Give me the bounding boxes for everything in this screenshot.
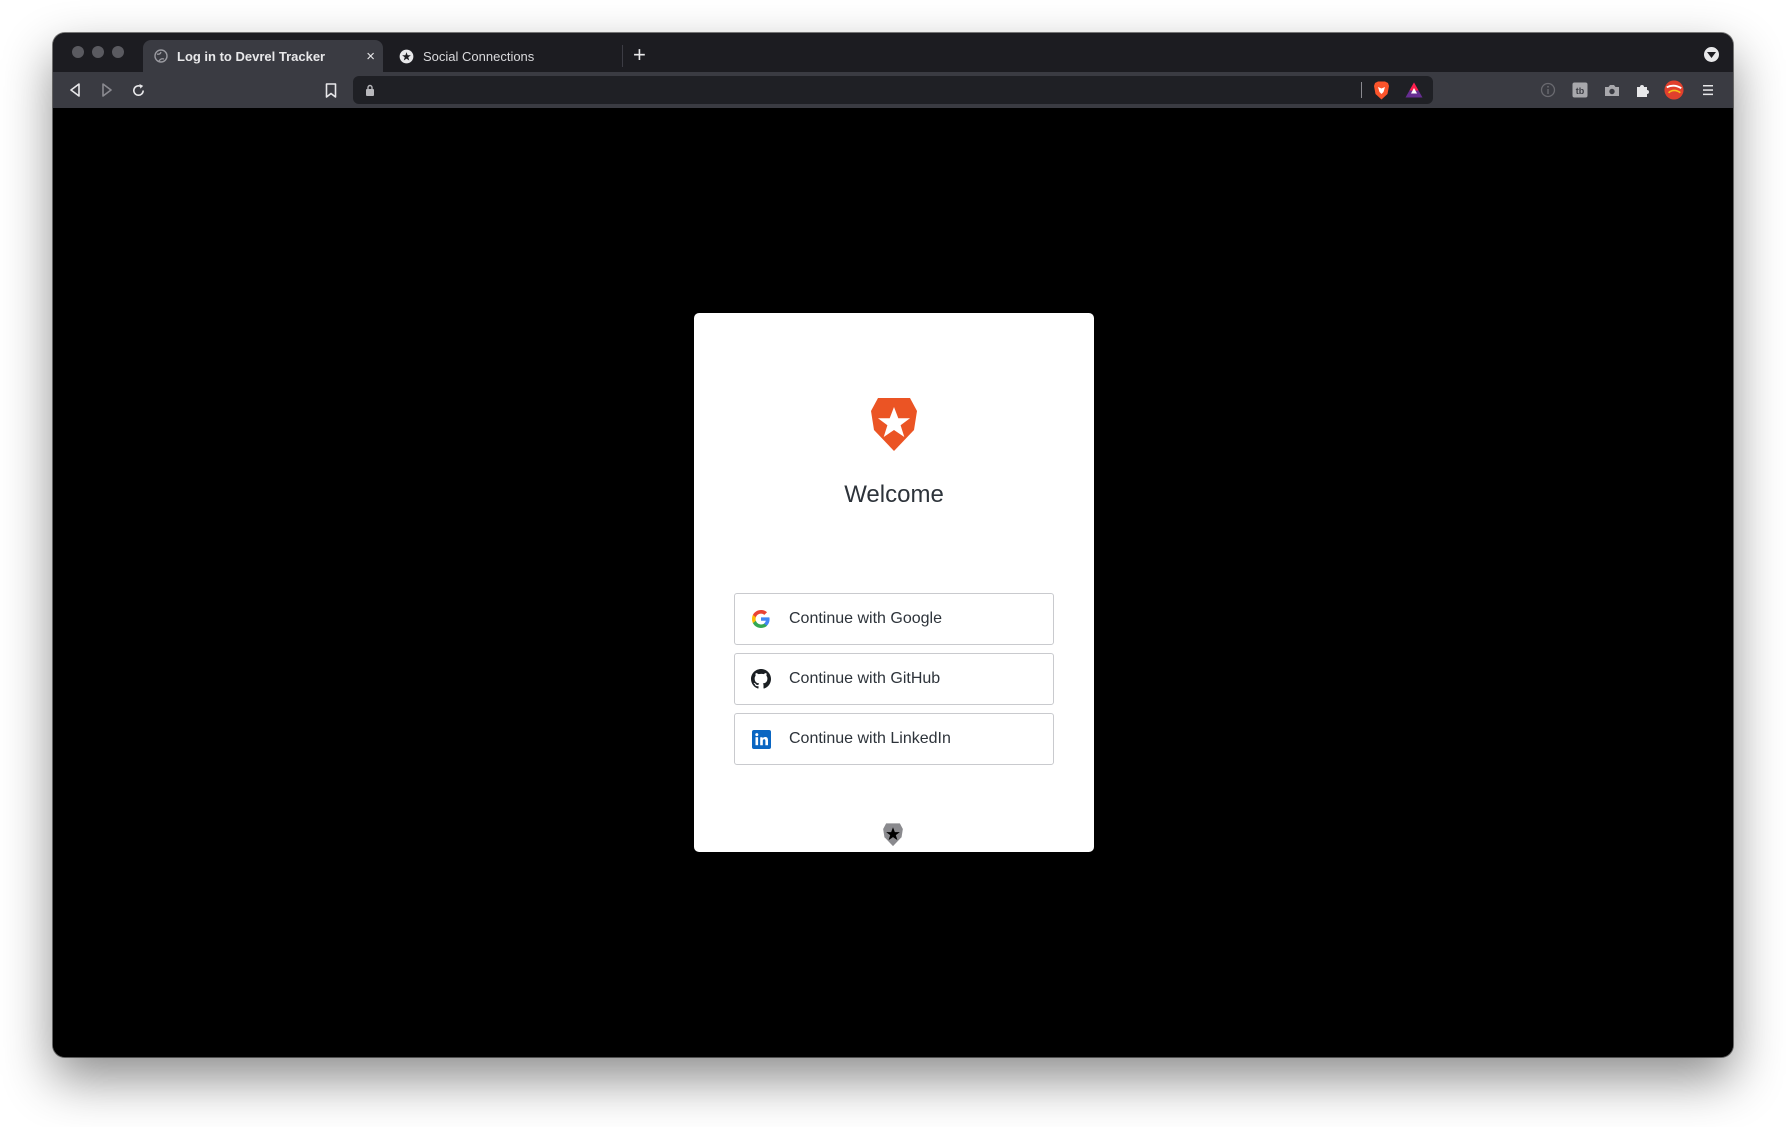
- tab-login[interactable]: Log in to Devrel Tracker ×: [143, 40, 383, 72]
- maximize-window-button[interactable]: [112, 46, 124, 58]
- camera-icon[interactable]: [1602, 80, 1622, 100]
- svg-text:tb: tb: [1576, 86, 1585, 96]
- auth0-footer-logo-icon: [882, 823, 904, 852]
- profile-avatar[interactable]: [1664, 80, 1684, 100]
- reload-icon[interactable]: [128, 80, 148, 100]
- button-label: Continue with GitHub: [789, 670, 941, 687]
- menu-hamburger-icon[interactable]: [1698, 80, 1718, 100]
- close-tab-button[interactable]: ×: [366, 48, 375, 65]
- github-icon: [751, 669, 771, 689]
- info-icon[interactable]: [1538, 80, 1558, 100]
- tab-social-connections[interactable]: Social Connections: [391, 45, 623, 67]
- tab-title: Log in to Devrel Tracker: [177, 48, 326, 64]
- address-divider: [1361, 82, 1362, 98]
- button-label: Continue with Google: [789, 610, 942, 627]
- auth0-favicon-icon: [399, 49, 414, 64]
- browser-window: Log in to Devrel Tracker × Social Connec…: [53, 33, 1733, 1057]
- forward-arrow-icon[interactable]: [97, 80, 117, 100]
- brave-shields-icon[interactable]: [1373, 81, 1390, 105]
- bookmark-icon[interactable]: [321, 80, 341, 100]
- linkedin-icon: [751, 729, 771, 749]
- auth0-logo-icon: [869, 397, 919, 453]
- extensions-puzzle-icon[interactable]: [1633, 80, 1653, 100]
- back-arrow-icon[interactable]: [65, 80, 85, 100]
- google-icon: [751, 609, 771, 629]
- continue-with-linkedin-button[interactable]: Continue with LinkedIn: [734, 713, 1054, 765]
- minimize-window-button[interactable]: [92, 46, 104, 58]
- tab-strip: Log in to Devrel Tracker × Social Connec…: [53, 33, 1733, 72]
- welcome-heading: Welcome: [844, 481, 944, 508]
- page-content: Welcome Continue with Google Continue wi: [53, 108, 1733, 1057]
- tab-title: Social Connections: [423, 48, 535, 64]
- continue-with-google-button[interactable]: Continue with Google: [734, 593, 1054, 645]
- new-tab-button[interactable]: +: [633, 42, 646, 68]
- button-label: Continue with LinkedIn: [789, 730, 951, 747]
- globe-icon: [153, 49, 168, 64]
- lock-icon: [365, 83, 375, 101]
- brave-rewards-icon[interactable]: [1405, 82, 1423, 103]
- browser-toolbar: tb: [53, 72, 1733, 108]
- continue-with-github-button[interactable]: Continue with GitHub: [734, 653, 1054, 705]
- window-controls: [72, 46, 124, 58]
- close-window-button[interactable]: [72, 46, 84, 58]
- address-bar[interactable]: [353, 76, 1433, 104]
- login-card: Welcome Continue with Google Continue wi: [694, 313, 1094, 852]
- extension-tb-icon[interactable]: tb: [1570, 80, 1590, 100]
- tab-search-chevron-icon[interactable]: [1704, 47, 1719, 62]
